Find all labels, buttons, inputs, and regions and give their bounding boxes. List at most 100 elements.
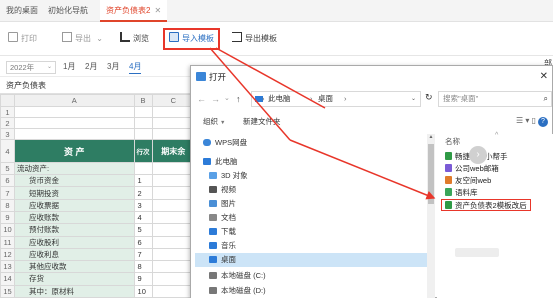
list-item[interactable]: 友空间web [445, 175, 491, 187]
cell-line[interactable]: 6 [133, 235, 153, 249]
column-header-name[interactable]: 名称 [445, 136, 460, 147]
row-number[interactable]: 10 [0, 223, 15, 237]
header-closing-balance[interactable]: 期末余 [151, 139, 196, 163]
row-number[interactable]: 4 [0, 139, 15, 163]
nav-item-videos[interactable]: 视频 [209, 183, 236, 197]
nav-item-this-pc[interactable]: 此电脑 [203, 155, 238, 169]
cell-line[interactable]: 9 [133, 272, 153, 286]
month-2[interactable]: 2月 [85, 61, 97, 73]
new-folder-button[interactable]: 新建文件夹 [243, 116, 281, 128]
header-assets[interactable]: 资 产 [13, 139, 135, 163]
cell-line[interactable]: 4 [133, 210, 153, 225]
scroll-up-icon[interactable]: ▲ [427, 134, 435, 140]
tab-my-desktop[interactable]: 我的桌面 [6, 0, 38, 22]
cell[interactable] [133, 128, 153, 141]
cell[interactable] [151, 161, 196, 176]
cell[interactable] [151, 174, 196, 188]
row-number[interactable]: 11 [0, 235, 15, 249]
cell-item[interactable]: 存货 [13, 272, 135, 286]
help-icon[interactable]: ? [538, 117, 548, 127]
list-item-selected[interactable]: 资产负债表2模板改后 [441, 199, 531, 211]
cell-line[interactable]: 1 [133, 174, 153, 188]
cell[interactable] [13, 106, 135, 119]
column-header-b[interactable]: B [133, 93, 153, 108]
cell[interactable] [151, 198, 196, 212]
row-number[interactable]: 9 [0, 210, 15, 225]
scroll-thumb[interactable] [428, 144, 434, 204]
breadcrumb-this-pc[interactable]: 此电脑 [268, 92, 291, 106]
row-number[interactable]: 12 [0, 247, 15, 262]
row-number[interactable]: 5 [0, 161, 15, 176]
cell-item[interactable]: 其中：原材料 [13, 284, 135, 298]
month-1[interactable]: 1月 [63, 61, 75, 73]
cell[interactable] [151, 260, 196, 274]
breadcrumb-desktop[interactable]: 桌面 [318, 92, 333, 106]
cell[interactable] [13, 117, 135, 130]
cell-line[interactable]: 10 [133, 284, 153, 298]
nav-item-drive-d[interactable]: 本地磁盘 (D:) [209, 284, 266, 298]
forward-icon[interactable]: → [211, 92, 220, 106]
cell[interactable] [151, 223, 196, 237]
nav-item-3d-objects[interactable]: 3D 对象 [209, 169, 248, 183]
cell-item[interactable]: 应收股利 [13, 235, 135, 249]
nav-item-wps-cloud[interactable]: WPS网盘 [203, 136, 247, 150]
up-icon[interactable]: ↑ [236, 92, 241, 106]
cell-line[interactable]: 7 [133, 247, 153, 262]
cell-line[interactable]: 5 [133, 223, 153, 237]
nav-item-drive-c[interactable]: 本地磁盘 (C:) [209, 269, 266, 283]
cell-item[interactable]: 流动资产: [13, 161, 135, 176]
column-header-a[interactable]: A [13, 93, 135, 108]
row-number[interactable]: 8 [0, 198, 15, 212]
cell[interactable] [133, 117, 153, 130]
row-number[interactable]: 15 [0, 284, 15, 298]
cell[interactable] [13, 128, 135, 141]
cell[interactable] [151, 128, 196, 141]
year-select[interactable]: 2022年 ⌄ [6, 61, 56, 74]
close-icon[interactable]: ✕ [540, 66, 548, 88]
refresh-icon[interactable]: ↻ [425, 92, 433, 103]
list-item[interactable]: 公司web邮箱 [445, 163, 499, 175]
cell[interactable] [151, 210, 196, 225]
search-input[interactable]: 搜索"桌面" ⌕ [438, 91, 552, 107]
cell-line[interactable]: 2 [133, 186, 153, 200]
column-header-c[interactable]: C [151, 93, 196, 108]
row-number[interactable]: 14 [0, 272, 15, 286]
nav-item-pictures[interactable]: 图片 [209, 197, 236, 211]
corner-cell[interactable] [0, 93, 15, 108]
back-icon[interactable]: ← [197, 92, 206, 106]
cell[interactable] [151, 272, 196, 286]
cell-item[interactable]: 短期投资 [13, 186, 135, 200]
cell[interactable] [133, 106, 153, 119]
export-button[interactable]: 导出 ⌄ [62, 31, 103, 47]
import-template-button[interactable]: 导入模板 [163, 28, 220, 50]
cell[interactable] [151, 106, 196, 119]
cell[interactable] [151, 247, 196, 262]
nav-item-downloads[interactable]: 下载 [209, 225, 236, 239]
row-number[interactable]: 13 [0, 260, 15, 274]
cell[interactable] [151, 284, 196, 298]
cell[interactable] [151, 235, 196, 249]
cell-line[interactable]: 3 [133, 198, 153, 212]
row-number[interactable]: 1 [0, 106, 15, 119]
cell-item[interactable]: 预付账款 [13, 223, 135, 237]
row-number[interactable]: 6 [0, 174, 15, 188]
cell-item[interactable]: 其他应收款 [13, 260, 135, 274]
cell-item[interactable]: 应收利息 [13, 247, 135, 262]
export-template-button[interactable]: 导出模板 [232, 31, 277, 47]
chevron-down-icon[interactable]: ⌄ [411, 92, 416, 106]
row-number[interactable]: 7 [0, 186, 15, 200]
organize-menu[interactable]: 组织 ▼ [203, 116, 225, 129]
month-3[interactable]: 3月 [107, 61, 119, 73]
nav-scrollbar[interactable]: ▲ [427, 134, 435, 298]
cell[interactable] [151, 186, 196, 200]
history-chevron-icon[interactable]: ⌄ [224, 92, 230, 106]
row-number[interactable]: 2 [0, 117, 15, 130]
next-button[interactable]: › [469, 146, 487, 164]
header-line-no[interactable]: 行次 [133, 139, 153, 163]
list-item[interactable]: 语料库 [445, 187, 478, 199]
nav-item-documents[interactable]: 文档 [209, 211, 236, 225]
close-icon[interactable]: ✕ [154, 6, 161, 15]
cell-item[interactable]: 货币资金 [13, 174, 135, 188]
month-4[interactable]: 4月 [129, 61, 142, 74]
nav-item-music[interactable]: 音乐 [209, 239, 236, 253]
